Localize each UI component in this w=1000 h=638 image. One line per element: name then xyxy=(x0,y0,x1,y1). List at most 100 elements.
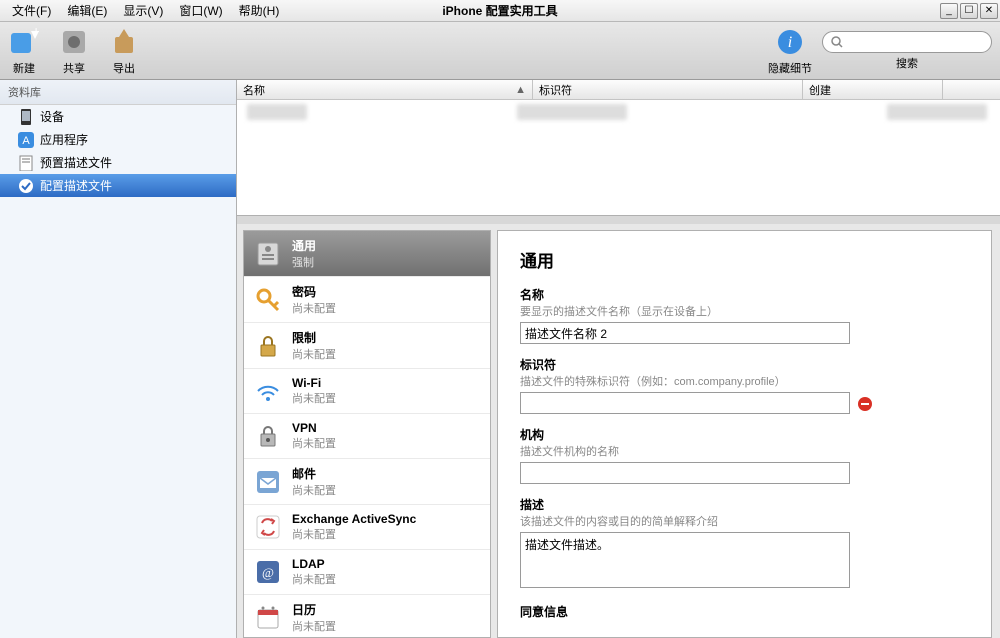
search-box[interactable] xyxy=(822,31,992,53)
menu-bar: 文件(F) 编辑(E) 显示(V) 窗口(W) 帮助(H) xyxy=(0,0,287,22)
maximize-button[interactable]: ☐ xyxy=(960,3,978,19)
consent-label: 同意信息 xyxy=(520,603,969,620)
new-button[interactable]: + 新建 xyxy=(8,26,40,76)
detail-area: 通用强制密码尚未配置限制尚未配置Wi-Fi尚未配置VPN尚未配置邮件尚未配置Ex… xyxy=(237,224,1000,638)
id-label: 标识符 xyxy=(520,356,969,373)
sidebar: 资料库 设备 A 应用程序 预置描述文件 配置描述文件 xyxy=(0,80,237,638)
lock-icon xyxy=(252,330,284,362)
org-label: 机构 xyxy=(520,426,969,443)
export-button[interactable]: 导出 xyxy=(108,26,140,76)
search-label: 搜索 xyxy=(896,55,918,71)
window-controls: _ ☐ ✕ xyxy=(938,3,1000,19)
category-sub: 尚未配置 xyxy=(292,571,336,587)
name-input[interactable] xyxy=(520,322,850,344)
category-sub: 尚未配置 xyxy=(292,618,336,634)
menu-view[interactable]: 显示(V) xyxy=(115,0,171,22)
category-title: 邮件 xyxy=(292,465,336,482)
title-bar: 文件(F) 编辑(E) 显示(V) 窗口(W) 帮助(H) iPhone 配置实… xyxy=(0,0,1000,22)
error-icon xyxy=(857,396,873,412)
category-sub: 强制 xyxy=(292,254,316,270)
device-icon xyxy=(18,109,34,125)
menu-file[interactable]: 文件(F) xyxy=(4,0,59,22)
sidebar-header: 资料库 xyxy=(0,80,236,105)
mail-icon xyxy=(252,466,284,498)
field-org: 机构 描述文件机构的名称 xyxy=(520,426,969,484)
category-item-0[interactable]: 通用强制 xyxy=(244,231,490,277)
org-input[interactable] xyxy=(520,462,850,484)
category-title: 限制 xyxy=(292,329,336,346)
desc-hint: 该描述文件的内容或目的的简单解释介绍 xyxy=(520,513,969,529)
name-hint: 要显示的描述文件名称（显示在设备上） xyxy=(520,303,969,319)
sidebar-item-label: 应用程序 xyxy=(40,131,88,148)
share-button[interactable]: 共享 xyxy=(58,26,90,76)
info-icon: i xyxy=(774,26,806,58)
list-body[interactable] xyxy=(237,100,1000,216)
list-row[interactable] xyxy=(237,100,1000,124)
list-header: 名称▲ 标识符 创建 xyxy=(237,80,1000,100)
col-id[interactable]: 标识符 xyxy=(533,80,803,99)
field-desc: 描述 该描述文件的内容或目的的简单解释介绍 xyxy=(520,496,969,591)
minimize-button[interactable]: _ xyxy=(940,3,958,19)
wifi-icon xyxy=(252,375,284,407)
menu-help[interactable]: 帮助(H) xyxy=(231,0,288,22)
desc-input[interactable] xyxy=(520,532,850,588)
hide-detail-label: 隐藏细节 xyxy=(768,60,812,76)
field-id: 标识符 描述文件的特殊标识符（例如：com.company.profile） xyxy=(520,356,969,414)
search-icon xyxy=(831,36,843,48)
preset-icon xyxy=(18,155,34,171)
category-item-5[interactable]: 邮件尚未配置 xyxy=(244,459,490,505)
category-item-4[interactable]: VPN尚未配置 xyxy=(244,414,490,459)
svg-text:@: @ xyxy=(262,565,274,580)
sort-arrow-icon: ▲ xyxy=(515,84,526,96)
id-input[interactable] xyxy=(520,392,850,414)
vpn-icon xyxy=(252,420,284,452)
sidebar-item-preset[interactable]: 预置描述文件 xyxy=(0,151,236,174)
hide-detail-button[interactable]: i 隐藏细节 xyxy=(768,26,812,76)
category-item-7[interactable]: @ LDAP尚未配置 xyxy=(244,550,490,595)
category-sub: 尚未配置 xyxy=(292,300,336,316)
search-input[interactable] xyxy=(847,36,983,48)
category-title: LDAP xyxy=(292,557,336,571)
new-label: 新建 xyxy=(13,60,35,76)
category-sub: 尚未配置 xyxy=(292,435,336,451)
sidebar-item-apps[interactable]: A 应用程序 xyxy=(0,128,236,151)
category-item-3[interactable]: Wi-Fi尚未配置 xyxy=(244,369,490,414)
category-list[interactable]: 通用强制密码尚未配置限制尚未配置Wi-Fi尚未配置VPN尚未配置邮件尚未配置Ex… xyxy=(243,230,491,638)
key-icon xyxy=(252,284,284,316)
main-area: 资料库 设备 A 应用程序 预置描述文件 配置描述文件 名称▲ 标识符 创建 xyxy=(0,80,1000,638)
category-title: 密码 xyxy=(292,283,336,300)
category-title: Wi-Fi xyxy=(292,376,336,390)
exchange-icon xyxy=(252,511,284,543)
category-sub: 尚未配置 xyxy=(292,482,336,498)
category-title: 通用 xyxy=(292,237,316,254)
calendar-icon xyxy=(252,602,284,634)
splitter[interactable] xyxy=(237,216,1000,224)
config-icon xyxy=(18,178,34,194)
svg-text:+: + xyxy=(32,27,39,39)
menu-edit[interactable]: 编辑(E) xyxy=(59,0,115,22)
close-button[interactable]: ✕ xyxy=(980,3,998,19)
category-item-2[interactable]: 限制尚未配置 xyxy=(244,323,490,369)
id-hint: 描述文件的特殊标识符（例如：com.company.profile） xyxy=(520,373,969,389)
content-pane: 名称▲ 标识符 创建 通用强制密码尚未配置限制尚未配置Wi-Fi尚未配置VPN尚… xyxy=(237,80,1000,638)
menu-window[interactable]: 窗口(W) xyxy=(171,0,230,22)
field-consent: 同意信息 xyxy=(520,603,969,620)
desc-label: 描述 xyxy=(520,496,969,513)
category-item-1[interactable]: 密码尚未配置 xyxy=(244,277,490,323)
category-sub: 尚未配置 xyxy=(292,346,336,362)
sidebar-item-devices[interactable]: 设备 xyxy=(0,105,236,128)
category-sub: 尚未配置 xyxy=(292,526,416,542)
category-title: 日历 xyxy=(292,601,336,618)
sidebar-item-label: 预置描述文件 xyxy=(40,154,112,171)
col-name[interactable]: 名称▲ xyxy=(237,80,533,99)
svg-text:A: A xyxy=(22,135,30,147)
export-label: 导出 xyxy=(113,60,135,76)
col-extra[interactable] xyxy=(943,80,1000,99)
window-title: iPhone 配置实用工具 xyxy=(442,2,557,19)
sidebar-item-config[interactable]: 配置描述文件 xyxy=(0,174,236,197)
col-created[interactable]: 创建 xyxy=(803,80,943,99)
category-item-6[interactable]: Exchange ActiveSync尚未配置 xyxy=(244,505,490,550)
share-label: 共享 xyxy=(63,60,85,76)
org-hint: 描述文件机构的名称 xyxy=(520,443,969,459)
category-item-8[interactable]: 日历尚未配置 xyxy=(244,595,490,638)
